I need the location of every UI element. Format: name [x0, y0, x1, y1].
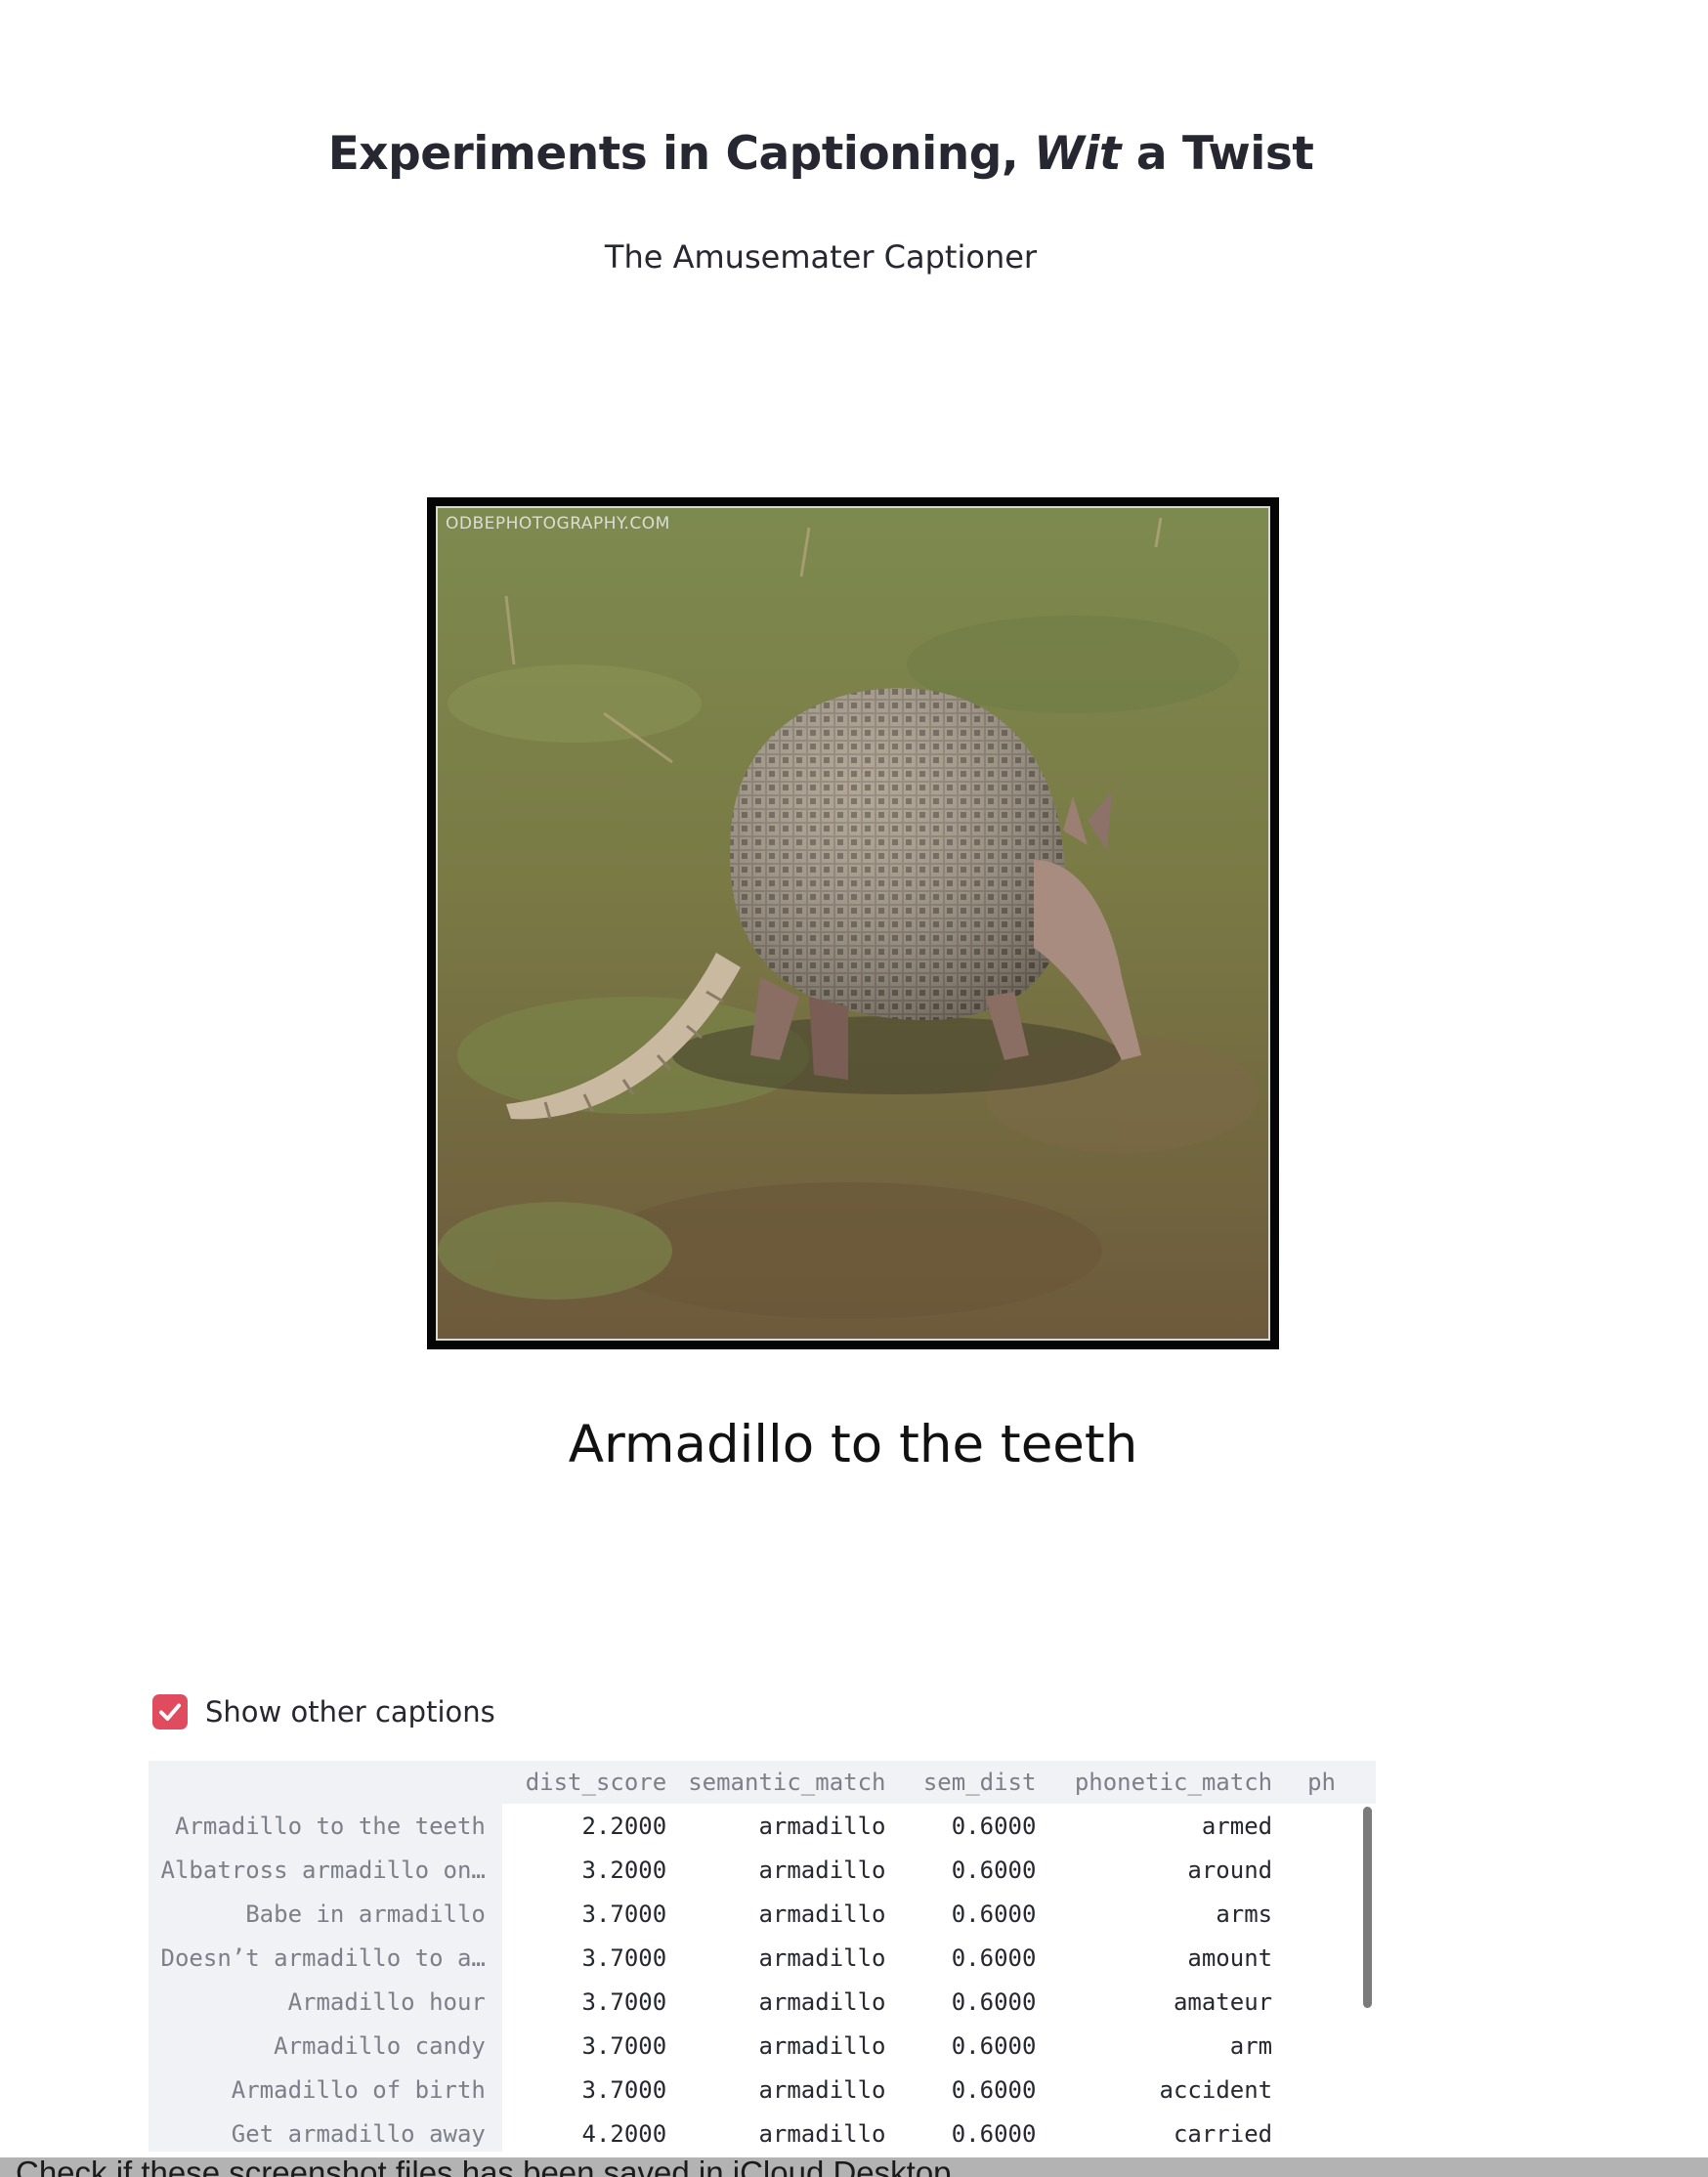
table-row: Armadillo hour 3.7000 armadillo 0.6000 a…: [149, 1980, 1376, 2024]
table-cell[interactable]: 3.7000: [499, 2068, 688, 2112]
table-cell[interactable]: armadillo: [688, 2112, 907, 2152]
table-cell[interactable]: [1294, 2068, 1376, 2112]
row-index-cell[interactable]: Get armadillo away: [149, 2112, 499, 2152]
photo-watermark: ODBEPHOTOGRAPHY.COM: [446, 514, 670, 534]
table-cell[interactable]: 3.7000: [499, 1892, 688, 1936]
column-header[interactable]: semantic_match: [688, 1761, 907, 1804]
armadillo-photo: ODBEPHOTOGRAPHY.COM: [436, 506, 1270, 1341]
table-row: Babe in armadillo 3.7000 armadillo 0.600…: [149, 1892, 1376, 1936]
table-row: Armadillo to the teeth 2.2000 armadillo …: [149, 1804, 1376, 1848]
row-index-cell[interactable]: Armadillo of birth: [149, 2068, 499, 2112]
title-text-end: a Twist: [1121, 127, 1314, 181]
table-cell[interactable]: around: [1057, 1848, 1294, 1892]
generated-caption: Armadillo to the teeth: [568, 1415, 1138, 1474]
row-index-cell[interactable]: Babe in armadillo: [149, 1892, 499, 1936]
table-cell[interactable]: armadillo: [688, 1980, 907, 2024]
show-other-captions-row[interactable]: Show other captions: [152, 1694, 495, 1729]
table-cell[interactable]: amateur: [1057, 1980, 1294, 2024]
table-cell[interactable]: 0.6000: [908, 2068, 1058, 2112]
armadillo-illustration: [438, 508, 1268, 1339]
captions-dataframe[interactable]: dist_score semantic_match sem_dist phone…: [149, 1761, 1376, 2152]
table-cell[interactable]: 0.6000: [908, 1936, 1058, 1980]
table-cell[interactable]: armadillo: [688, 1936, 907, 1980]
table-row: Armadillo of birth 3.7000 armadillo 0.60…: [149, 2068, 1376, 2112]
column-header[interactable]: dist_score: [499, 1761, 688, 1804]
page-subtitle: The Amusemater Captioner: [604, 238, 1038, 276]
column-header[interactable]: phonetic_match: [1057, 1761, 1294, 1804]
index-header: [149, 1761, 499, 1804]
row-index-cell[interactable]: Armadillo to the teeth: [149, 1804, 499, 1848]
captions-table: dist_score semantic_match sem_dist phone…: [149, 1761, 1376, 2152]
row-index-cell[interactable]: Albatross armadillo on…: [149, 1848, 499, 1892]
table-cell[interactable]: armadillo: [688, 2024, 907, 2068]
armadillo-figure: ODBEPHOTOGRAPHY.COM: [427, 497, 1279, 1349]
row-index-cell[interactable]: Armadillo hour: [149, 1980, 499, 2024]
table-row: Albatross armadillo on… 3.2000 armadillo…: [149, 1848, 1376, 1892]
table-cell[interactable]: 0.6000: [908, 1892, 1058, 1936]
table-cell[interactable]: amount: [1057, 1936, 1294, 1980]
table-cell[interactable]: 3.7000: [499, 1936, 688, 1980]
table-cell[interactable]: arm: [1057, 2024, 1294, 2068]
table-cell[interactable]: armadillo: [688, 1804, 907, 1848]
table-cell[interactable]: 0.6000: [908, 1804, 1058, 1848]
table-row: Armadillo candy 3.7000 armadillo 0.6000 …: [149, 2024, 1376, 2068]
table-row: Doesn’t armadillo to a… 3.7000 armadillo…: [149, 1936, 1376, 1980]
table-cell[interactable]: [1294, 2112, 1376, 2152]
row-index-cell[interactable]: Doesn’t armadillo to a…: [149, 1936, 499, 1980]
table-cell[interactable]: 0.6000: [908, 1848, 1058, 1892]
table-cell[interactable]: armed: [1057, 1804, 1294, 1848]
table-cell[interactable]: [1294, 2024, 1376, 2068]
vertical-scrollbar[interactable]: [1363, 1807, 1372, 2008]
table-cell[interactable]: carried: [1057, 2112, 1294, 2152]
title-italic-text: Wit: [1034, 127, 1121, 181]
notification-banner: Check if these screenshot files has been…: [0, 2157, 1708, 2177]
notification-text: Check if these screenshot files has been…: [16, 2157, 952, 2177]
table-cell[interactable]: 0.6000: [908, 1980, 1058, 2024]
table-cell[interactable]: 3.7000: [499, 2024, 688, 2068]
table-cell[interactable]: 3.2000: [499, 1848, 688, 1892]
table-cell[interactable]: 0.6000: [908, 2024, 1058, 2068]
show-other-captions-checkbox[interactable]: [152, 1694, 188, 1729]
table-header-row: dist_score semantic_match sem_dist phone…: [149, 1761, 1376, 1804]
table-cell[interactable]: accident: [1057, 2068, 1294, 2112]
table-cell[interactable]: armadillo: [688, 2068, 907, 2112]
table-cell[interactable]: 4.2000: [499, 2112, 688, 2152]
table-cell[interactable]: 3.7000: [499, 1980, 688, 2024]
page-title: Experiments in Captioning, Wit a Twist: [0, 127, 1642, 181]
row-index-cell[interactable]: Armadillo candy: [149, 2024, 499, 2068]
title-text: Experiments in Captioning,: [327, 127, 1035, 181]
table-cell[interactable]: armadillo: [688, 1892, 907, 1936]
column-header[interactable]: ph: [1294, 1761, 1376, 1804]
table-row: Get armadillo away 4.2000 armadillo 0.60…: [149, 2112, 1376, 2152]
show-other-captions-label[interactable]: Show other captions: [205, 1695, 495, 1729]
column-header[interactable]: sem_dist: [908, 1761, 1058, 1804]
checkmark-icon: [159, 1703, 181, 1721]
table-cell[interactable]: arms: [1057, 1892, 1294, 1936]
table-cell[interactable]: 0.6000: [908, 2112, 1058, 2152]
table-cell[interactable]: armadillo: [688, 1848, 907, 1892]
table-cell[interactable]: 2.2000: [499, 1804, 688, 1848]
